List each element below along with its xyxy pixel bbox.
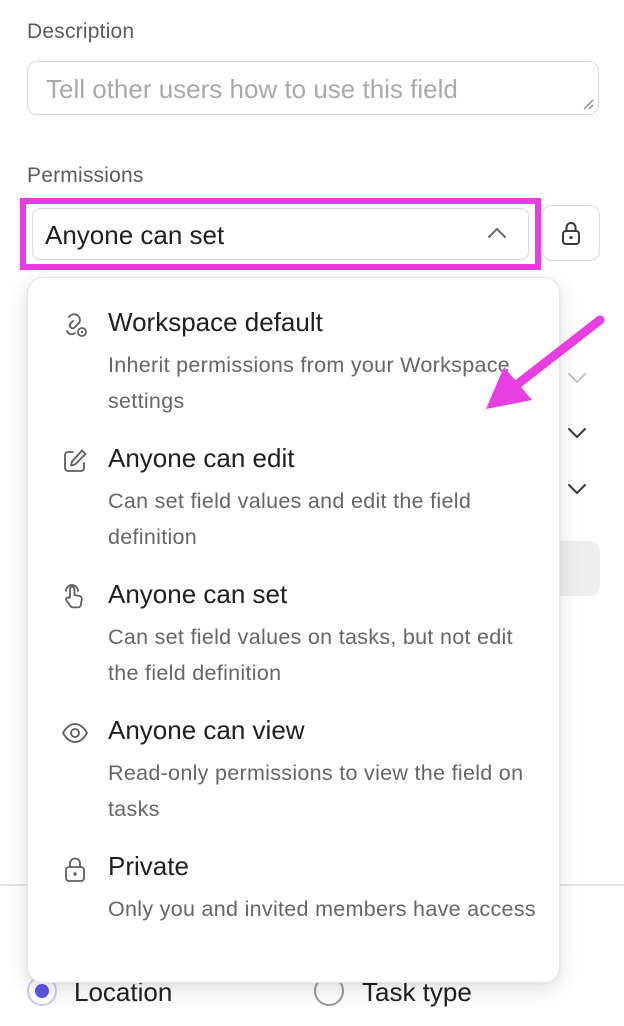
chevron-down-icon[interactable] <box>566 425 588 441</box>
option-title: Anyone can view <box>108 715 305 745</box>
workspace-icon <box>66 313 87 337</box>
chevron-down-icon[interactable] <box>566 481 588 497</box>
option-anyone-can-edit[interactable]: Anyone can edit Can set field values and… <box>28 443 561 573</box>
eye-icon <box>62 723 88 743</box>
option-description: Only you and invited members have access <box>108 897 536 921</box>
description-placeholder: Tell other users how to use this field <box>46 74 458 104</box>
option-title: Anyone can set <box>108 579 288 609</box>
option-title: Workspace default <box>108 307 323 337</box>
permissions-label: Permissions <box>27 164 144 187</box>
lock-icon <box>65 857 85 882</box>
lock-icon <box>562 222 580 245</box>
option-description: Can set field values and edit the field … <box>108 489 472 549</box>
set-hand-icon <box>65 584 83 609</box>
resize-handle-icon[interactable] <box>582 98 594 110</box>
option-title: Anyone can edit <box>108 443 295 473</box>
option-description: Read-only permissions to view the field … <box>108 761 524 821</box>
option-description: Can set field values on tasks, but not e… <box>108 625 513 685</box>
option-anyone-can-set[interactable]: Anyone can set Can set field values on t… <box>28 579 561 709</box>
option-title: Private <box>108 851 189 881</box>
lock-button[interactable] <box>542 205 600 261</box>
description-label: Description <box>27 20 135 43</box>
edit-icon <box>64 449 87 472</box>
option-private[interactable]: Private Only you and invited members hav… <box>28 851 561 981</box>
chevron-up-icon <box>488 228 506 238</box>
permissions-selected-value: Anyone can set <box>45 220 225 250</box>
option-anyone-can-view[interactable]: Anyone can view Read-only permissions to… <box>28 715 561 845</box>
permissions-select[interactable]: Anyone can set <box>32 208 529 260</box>
description-input[interactable]: Tell other users how to use this field <box>27 61 599 115</box>
annotation-arrow-icon <box>486 315 605 409</box>
